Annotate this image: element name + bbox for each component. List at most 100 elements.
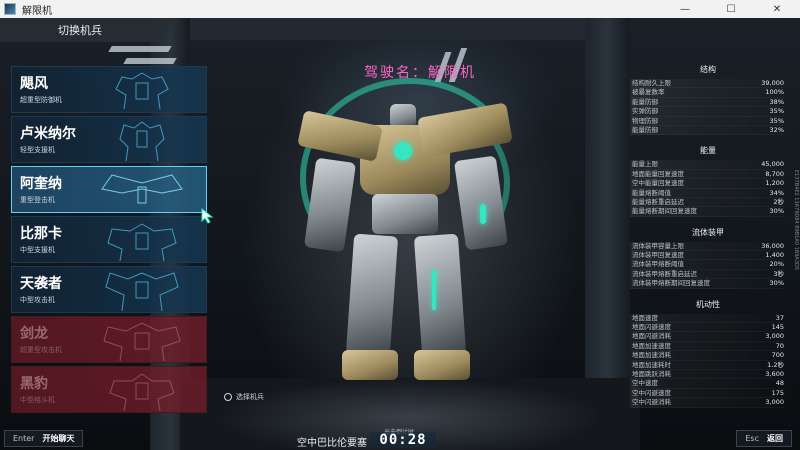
mech-card-0[interactable]: 飓风 超重型防御机 [11, 66, 207, 113]
ceiling-light [123, 58, 177, 64]
maximize-button[interactable]: ☐ [708, 0, 754, 18]
mech-model [290, 70, 530, 410]
stat-value: 100% [765, 88, 784, 97]
stat-label: 空中速度 [632, 379, 658, 388]
stat-label: 地面闪避速度 [632, 323, 671, 332]
stat-group-fluid-armor: 流体装甲 流体装甲容量上限 36,000 流体装甲回复速度 1,400 流体装甲熔断… [630, 227, 786, 289]
stat-row: 空中速度 48 [630, 379, 786, 389]
stat-value: 175 [771, 388, 784, 397]
stat-label: 能量熔断期间回复速度 [632, 207, 697, 216]
mech-class: 超重型防御机 [20, 96, 62, 104]
switch-mech-header: 切换机兵 [0, 18, 174, 42]
mech-name: 剑龙 [20, 326, 48, 342]
stat-value: 35% [769, 116, 784, 125]
mech-foot-right [414, 350, 470, 380]
minimize-button[interactable]: — [662, 0, 708, 18]
mech-name: 飓风 [20, 76, 48, 92]
stat-value: 70 [775, 341, 784, 350]
start-chat-label: 开始聊天 [42, 434, 75, 443]
stat-label: 流体装甲回复速度 [632, 251, 684, 260]
stat-value: 30% [769, 207, 784, 216]
stat-row: 地面闪避消耗 3,000 [630, 332, 786, 342]
stat-row: 流体装甲容量上限 36,000 [630, 241, 786, 252]
select-dot-icon [224, 393, 232, 401]
mech-card-1[interactable]: 卢米纳尔 轻型支援机 [11, 116, 207, 163]
stat-group-energy: 能量 能量上限 45,000 地面能量回复速度 8,700 空中能量回复速度 1,20… [630, 145, 786, 217]
stat-value: 1.2秒 [767, 360, 784, 369]
mech-leg-left [345, 233, 399, 357]
start-chat-button[interactable]: Enter 开始聊天 [4, 430, 84, 447]
mech-blueprint-icon [105, 272, 179, 312]
close-button[interactable]: ✕ [754, 0, 800, 18]
stat-value: 39,000 [761, 79, 784, 87]
mech-arm-right [453, 155, 509, 251]
mech-arm-left [303, 157, 357, 253]
stat-label: 结构耐久上限 [632, 79, 671, 87]
side-code-text: E137B4E2 13A79D84 B9B1A0 1B9A3D5 [793, 170, 799, 271]
mech-name: 卢米纳尔 [20, 126, 76, 142]
mouse-cursor-icon [201, 208, 214, 224]
mech-card-6[interactable]: 黑豹 中型格斗机 [11, 366, 207, 413]
stat-label: 地面速度 [632, 313, 658, 322]
stat-label: 地面加速消耗 [632, 351, 671, 360]
stat-label: 能量熔断阈值 [632, 188, 671, 197]
esc-key-hint: Esc [745, 434, 759, 443]
select-hint-label: 选择机兵 [236, 393, 264, 401]
mech-blueprint-icon [101, 174, 183, 204]
window-titlebar: 解限机 — ☐ ✕ [0, 0, 800, 18]
stat-label: 地面闪避消耗 [632, 332, 671, 341]
stat-value: 37 [775, 313, 784, 322]
select-mech-hint[interactable]: 选择机兵 [224, 392, 264, 402]
stat-group-title: 能量 [700, 146, 716, 156]
stat-value: 8,700 [765, 169, 784, 178]
stat-label: 地面能量回复速度 [632, 169, 684, 178]
stat-label: 空中闪避速度 [632, 388, 671, 397]
mech-class: 中型格斗机 [20, 396, 55, 404]
window-title: 解限机 [22, 5, 52, 17]
hangar-beam [190, 18, 585, 40]
stat-label: 能量上限 [632, 160, 658, 169]
stat-value: 30% [769, 279, 784, 288]
stat-row: 空中闪避速度 175 [630, 388, 786, 399]
stat-value: 36,000 [761, 241, 784, 250]
mech-core [394, 142, 412, 160]
mech-blueprint-icon [103, 322, 181, 362]
mech-class: 超重型攻击机 [20, 346, 62, 354]
deploy-countdown: 00:28 [370, 432, 436, 448]
stat-value: 38% [769, 97, 784, 106]
stat-label: 流体装甲容量上限 [632, 241, 684, 250]
stat-value: 34% [769, 188, 784, 197]
stat-group-mobility: 机动性 地面速度 37 地面闪避速度 145 地面闪避消耗 3,000 地面加速速度 7… [630, 299, 786, 408]
stat-label: 能量防御 [632, 97, 658, 106]
mech-card-4[interactable]: 天袭者 中型攻击机 [11, 266, 207, 313]
stat-label: 地面加速耗时 [632, 360, 671, 369]
mech-class: 中型攻击机 [20, 296, 55, 304]
stat-label: 流体装甲熔断期间回复速度 [632, 279, 710, 288]
stat-value: 32% [769, 125, 784, 134]
stat-value: 48 [775, 379, 784, 388]
stat-row: 流体装甲熔断阈值 20% [630, 260, 786, 270]
mech-card-3[interactable]: 比那卡 中型支援机 [11, 216, 207, 263]
stat-row: 结构耐久上限 39,000 [630, 79, 786, 89]
stat-row: 地面加速速度 70 [630, 341, 786, 352]
map-name: 空中巴比伦要塞 [297, 438, 367, 449]
stat-value: 3,000 [765, 398, 784, 407]
mech-class: 中型支援机 [20, 246, 55, 254]
stat-row: 物理防御 35% [630, 116, 786, 126]
back-button[interactable]: Esc 返回 [736, 430, 792, 447]
mech-name: 黑豹 [20, 376, 48, 392]
mech-shoulder-right [417, 102, 513, 158]
stat-group-title: 流体装甲 [692, 227, 724, 237]
enter-key-hint: Enter [13, 434, 35, 443]
stats-panel: 结构 结构耐久上限 39,000 被暴复数率 100% 能量防御 38% 实弹防御 35… [630, 64, 786, 418]
stat-row: 流体装甲熔断重启延迟 3秒 [630, 269, 786, 280]
stat-row: 流体装甲熔断期间回复速度 30% [630, 279, 786, 289]
mech-card-2[interactable]: 阿奎纳 重型登击机 [11, 166, 207, 213]
stat-value: 45,000 [761, 160, 784, 169]
stat-group-structure: 结构 结构耐久上限 39,000 被暴复数率 100% 能量防御 38% 实弹防御 35… [630, 64, 786, 136]
app-icon [4, 3, 16, 15]
stat-label: 流体装甲熔断重启延迟 [632, 269, 697, 278]
stat-label: 实弹防御 [632, 107, 658, 116]
mech-card-5[interactable]: 剑龙 超重型攻击机 [11, 316, 207, 363]
stat-row: 地面能量回复速度 8,700 [630, 169, 786, 180]
